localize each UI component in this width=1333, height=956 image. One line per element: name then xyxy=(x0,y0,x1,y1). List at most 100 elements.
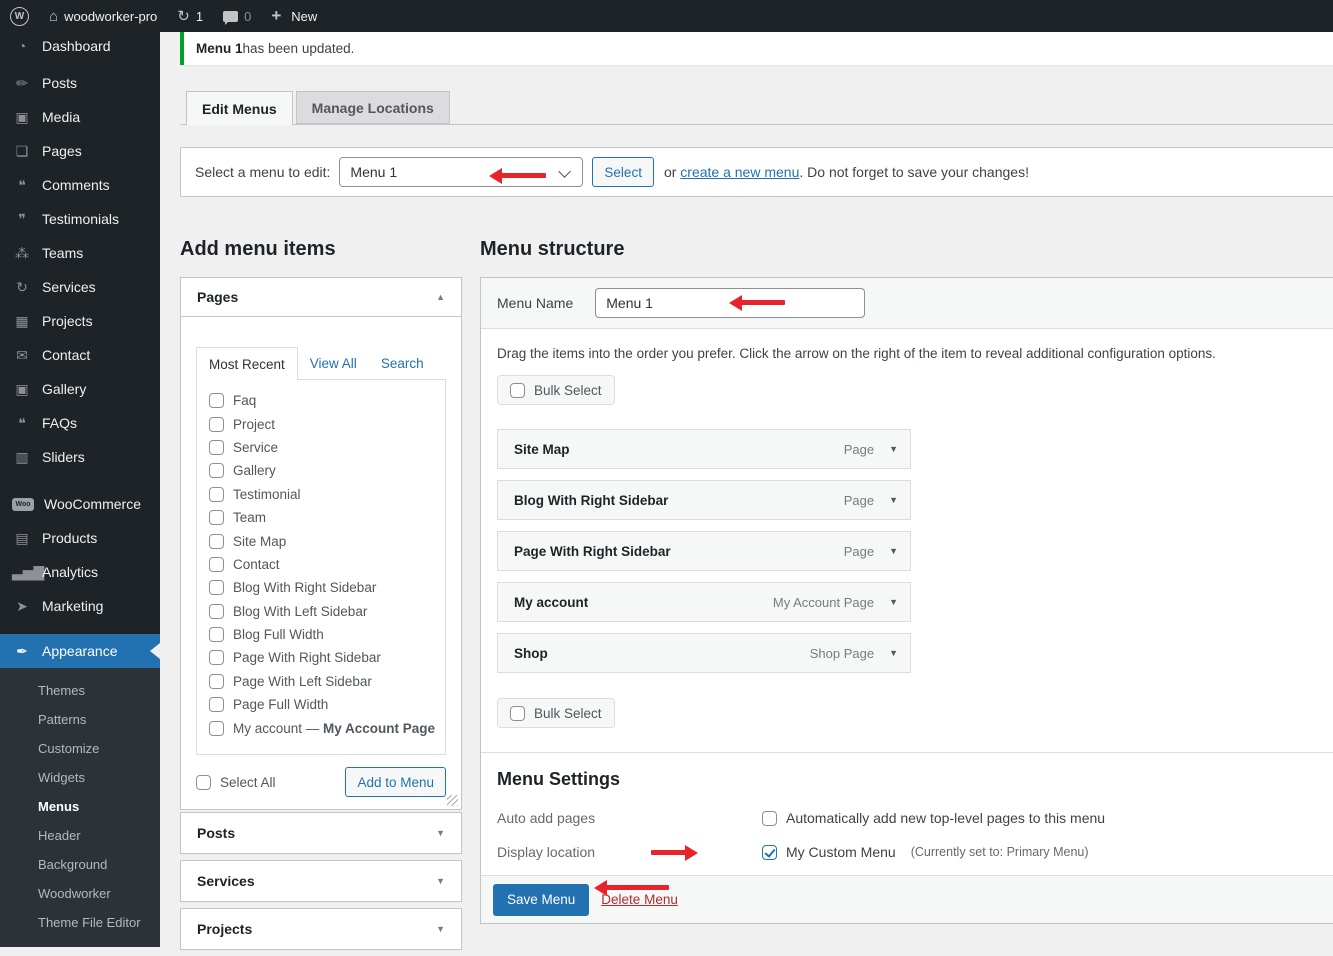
page-checkbox-item[interactable]: Site Map xyxy=(209,529,445,552)
chevron-down-icon[interactable]: ▼ xyxy=(889,445,898,454)
tab-view-all[interactable]: View All xyxy=(298,356,369,371)
checkbox[interactable] xyxy=(209,487,224,502)
sidebar-item[interactable]: ✏ Posts xyxy=(0,66,160,100)
checkbox[interactable] xyxy=(209,697,224,712)
wordpress-menu[interactable]: W xyxy=(10,7,29,26)
page-checkbox-item[interactable]: Blog With Left Sidebar xyxy=(209,600,445,623)
checkbox[interactable] xyxy=(209,557,224,572)
pages-panel-header[interactable]: Pages ▲ xyxy=(181,278,461,317)
page-checkbox-item[interactable]: Page With Right Sidebar xyxy=(209,646,445,669)
accordion-section[interactable]: Projects ▼ xyxy=(180,908,462,950)
save-menu-button[interactable]: Save Menu xyxy=(493,884,589,916)
bulk-select-toggle[interactable]: Bulk Select xyxy=(497,375,615,405)
page-checkbox-item[interactable]: Faq xyxy=(209,389,445,412)
page-checkbox-item[interactable]: Contact xyxy=(209,553,445,576)
checkbox[interactable] xyxy=(209,417,224,432)
menu-select-dropdown[interactable]: Menu 1 xyxy=(339,157,583,187)
sidebar-item-dashboard[interactable]: ◔ Dashboard xyxy=(0,32,160,60)
submenu-item[interactable]: Background xyxy=(0,850,160,879)
checkbox[interactable] xyxy=(209,650,224,665)
page-checkbox-item[interactable]: Blog With Right Sidebar xyxy=(209,576,445,599)
bulk-select-toggle[interactable]: Bulk Select xyxy=(497,698,615,728)
display-location-option[interactable]: My Custom Menu (Currently set to: Primar… xyxy=(762,844,1089,860)
page-checkbox-item[interactable]: Team xyxy=(209,506,445,529)
chevron-down-icon[interactable]: ▼ xyxy=(889,496,898,505)
checkbox[interactable] xyxy=(209,674,224,689)
tab-search[interactable]: Search xyxy=(369,356,436,371)
auto-add-option[interactable]: Automatically add new top-level pages to… xyxy=(762,810,1105,826)
chevron-down-icon[interactable]: ▼ xyxy=(889,547,898,556)
tab-edit-menus[interactable]: Edit Menus xyxy=(186,91,293,125)
sidebar-item[interactable]: ▣ Gallery xyxy=(0,372,160,406)
sidebar-item[interactable]: ⁂ Teams xyxy=(0,236,160,270)
accordion-section[interactable]: Posts ▼ xyxy=(180,812,462,854)
checkbox[interactable] xyxy=(762,811,777,826)
sidebar-item[interactable]: ❞ Testimonials xyxy=(0,202,160,236)
page-checkbox-item[interactable]: Page With Left Sidebar xyxy=(209,670,445,693)
sidebar-item[interactable]: ✉ Contact xyxy=(0,338,160,372)
page-checkbox-item[interactable]: My account — My Account Page xyxy=(209,716,445,739)
menu-item-bar[interactable]: Site Map Page ▼ xyxy=(497,429,911,469)
sidebar-item[interactable]: ▃▅▇ Analytics xyxy=(0,555,160,589)
page-checkbox-item[interactable]: Page Full Width xyxy=(209,693,445,716)
checkbox[interactable] xyxy=(209,440,224,455)
checkbox-checked[interactable] xyxy=(762,845,777,860)
accordion-section[interactable]: Services ▼ xyxy=(180,860,462,902)
page-checkbox-item[interactable]: Testimonial xyxy=(209,483,445,506)
submenu-item[interactable]: Woodworker xyxy=(0,879,160,908)
add-to-menu-button[interactable]: Add to Menu xyxy=(345,767,446,797)
menu-item-bar[interactable]: Shop Shop Page ▼ xyxy=(497,633,911,673)
checkbox[interactable] xyxy=(196,775,211,790)
sidebar-item[interactable]: ▤ Products xyxy=(0,521,160,555)
checkbox[interactable] xyxy=(510,706,525,721)
sidebar-item[interactable]: ▥ Sliders xyxy=(0,440,160,474)
sidebar-item[interactable]: ➤ Marketing xyxy=(0,589,160,623)
page-checkbox-item[interactable]: Service xyxy=(209,436,445,459)
sidebar-item[interactable]: ❏ Pages xyxy=(0,134,160,168)
checkbox[interactable] xyxy=(209,604,224,619)
checkbox[interactable] xyxy=(209,580,224,595)
chevron-down-icon[interactable]: ▼ xyxy=(889,649,898,658)
submenu-item[interactable]: Patterns xyxy=(0,705,160,734)
checkbox[interactable] xyxy=(209,627,224,642)
checkbox[interactable] xyxy=(209,721,224,736)
sidebar-item[interactable]: ❝ Comments xyxy=(0,168,160,202)
submenu-item[interactable]: Theme File Editor xyxy=(0,908,160,937)
checkbox[interactable] xyxy=(209,463,224,478)
select-button[interactable]: Select xyxy=(592,157,654,187)
checkbox[interactable] xyxy=(209,534,224,549)
sidebar-item-appearance[interactable]: ✒ Appearance xyxy=(0,634,160,668)
menu-name-input[interactable] xyxy=(595,288,865,318)
page-checkbox-item[interactable]: Gallery xyxy=(209,459,445,482)
sidebar-item[interactable]: ▣ Media xyxy=(0,100,160,134)
sidebar-item[interactable]: Woo WooCommerce xyxy=(0,487,160,521)
new-content-link[interactable]: + New xyxy=(271,6,317,26)
submenu-item[interactable]: Themes xyxy=(0,676,160,705)
submenu-item[interactable]: Menus xyxy=(0,792,160,821)
tab-most-recent[interactable]: Most Recent xyxy=(196,347,298,380)
comments-link[interactable]: 0 xyxy=(223,9,251,24)
checkbox[interactable] xyxy=(209,510,224,525)
updates-link[interactable]: ↻ 1 xyxy=(177,9,203,24)
tab-manage-locations[interactable]: Manage Locations xyxy=(296,91,450,124)
page-checkbox-item[interactable]: Blog Full Width xyxy=(209,623,445,646)
accordion-label: Services xyxy=(197,873,255,889)
select-all-control[interactable]: Select All xyxy=(196,775,276,790)
page-checkbox-item[interactable]: Project xyxy=(209,412,445,435)
checkbox[interactable] xyxy=(209,393,224,408)
menu-item-bar[interactable]: Blog With Right Sidebar Page ▼ xyxy=(497,480,911,520)
menu-item-bar[interactable]: Page With Right Sidebar Page ▼ xyxy=(497,531,911,571)
create-new-menu-link[interactable]: create a new menu xyxy=(680,164,799,180)
site-name-link[interactable]: ⌂ woodworker-pro xyxy=(49,9,157,24)
sidebar-item[interactable]: ↻ Services xyxy=(0,270,160,304)
sidebar-item[interactable]: ❝ FAQs xyxy=(0,406,160,440)
chevron-down-icon[interactable]: ▼ xyxy=(889,598,898,607)
delete-menu-link[interactable]: Delete Menu xyxy=(601,892,678,907)
submenu-item[interactable]: Customize xyxy=(0,734,160,763)
submenu-item[interactable]: Header xyxy=(0,821,160,850)
menu-item-bar[interactable]: My account My Account Page ▼ xyxy=(497,582,911,622)
sidebar-item[interactable]: ▦ Projects xyxy=(0,304,160,338)
checkbox[interactable] xyxy=(510,383,525,398)
resize-handle[interactable] xyxy=(447,795,458,806)
submenu-item[interactable]: Widgets xyxy=(0,763,160,792)
